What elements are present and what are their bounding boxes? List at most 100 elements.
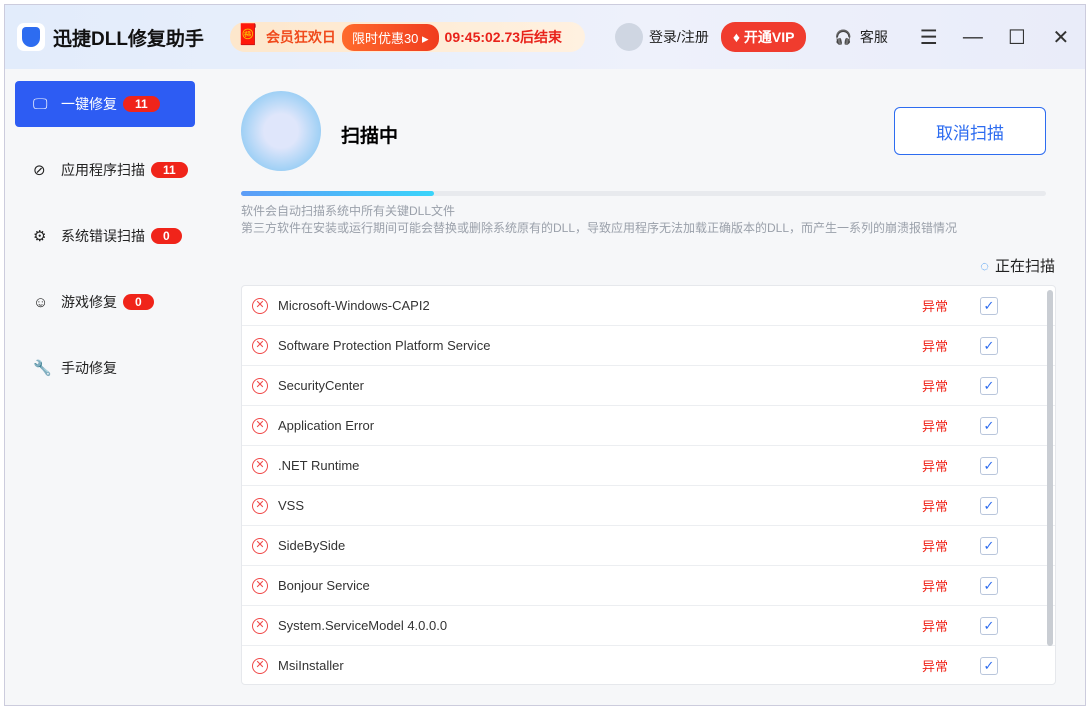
- scan-description: 软件会自动扫描系统中所有关键DLL文件第三方软件在安装或运行期间可能会替换或删除…: [241, 203, 957, 237]
- item-checkbox[interactable]: ✓: [980, 457, 998, 475]
- gear-icon: ⚙: [33, 227, 53, 245]
- service-button[interactable]: 🎧 客服: [834, 27, 887, 47]
- scan-progress-bar: [241, 191, 1046, 196]
- sidebar-item-label: 一键修复: [61, 94, 117, 114]
- error-icon: ✕: [252, 498, 268, 514]
- list-item: ✕ Microsoft-Windows-CAPI2 异常 ✓: [242, 286, 1055, 326]
- item-name: .NET Runtime: [278, 458, 359, 473]
- gamepad-icon: ☺: [33, 294, 53, 311]
- error-icon: ✕: [252, 338, 268, 354]
- menu-icon[interactable]: ☰: [918, 25, 940, 50]
- minimize-icon[interactable]: —: [962, 26, 984, 49]
- item-name: SideBySide: [278, 538, 345, 553]
- item-status: 异常: [922, 376, 948, 395]
- item-name: Microsoft-Windows-CAPI2: [278, 298, 430, 313]
- login-button[interactable]: 登录/注册: [615, 23, 709, 51]
- sidebar: 🖵 一键修复 11 ⊘ 应用程序扫描 11 ⚙ 系统错误扫描 0 ☺ 游戏修复 0 🔧 手动修复: [5, 69, 211, 705]
- item-name: Software Protection Platform Service: [278, 338, 490, 353]
- item-status: 异常: [922, 656, 948, 675]
- item-name: Application Error: [278, 418, 374, 433]
- scan-result-list: ✕ Microsoft-Windows-CAPI2 异常 ✓ ✕ Software Pro…: [241, 285, 1056, 685]
- sidebar-item-manual-repair[interactable]: 🔧 手动修复: [15, 345, 195, 391]
- item-status: 异常: [922, 536, 948, 555]
- item-checkbox[interactable]: ✓: [980, 537, 998, 555]
- desc-line: 第三方软件在安装或运行期间可能会替换或删除系统原有的DLL，导致应用程序无法加载…: [241, 220, 957, 237]
- maximize-icon[interactable]: ☐: [1006, 25, 1028, 50]
- item-name: MsiInstaller: [278, 658, 344, 673]
- sidebar-item-label: 系统错误扫描: [61, 226, 145, 246]
- sidebar-item-label: 游戏修复: [61, 292, 117, 312]
- main-panel: 扫描中 取消扫描 软件会自动扫描系统中所有关键DLL文件第三方软件在安装或运行期…: [211, 69, 1085, 705]
- cancel-scan-button[interactable]: 取消扫描: [894, 107, 1046, 155]
- sidebar-item-label: 应用程序扫描: [61, 160, 145, 180]
- app-logo-icon: [17, 23, 45, 51]
- promo-limited-button[interactable]: 限时优惠30 ▸: [342, 24, 439, 51]
- scrollbar[interactable]: [1047, 290, 1053, 646]
- service-label: 客服: [860, 27, 888, 47]
- desc-line: 软件会自动扫描系统中所有关键DLL文件: [241, 203, 957, 220]
- radar-scan-icon: [241, 91, 321, 171]
- error-icon: ✕: [252, 458, 268, 474]
- list-item: ✕ SideBySide 异常 ✓: [242, 526, 1055, 566]
- scanning-indicator: ◌ 正在扫描: [980, 255, 1055, 276]
- item-name: System.ServiceModel 4.0.0.0: [278, 618, 447, 633]
- count-badge: 11: [123, 96, 160, 112]
- item-checkbox[interactable]: ✓: [980, 337, 998, 355]
- gift-icon: 🧧: [230, 22, 266, 52]
- item-name: Bonjour Service: [278, 578, 370, 593]
- item-status: 异常: [922, 496, 948, 515]
- error-icon: ✕: [252, 538, 268, 554]
- item-checkbox[interactable]: ✓: [980, 617, 998, 635]
- list-item: ✕ System.ServiceModel 4.0.0.0 异常 ✓: [242, 606, 1055, 646]
- vip-label: 开通VIP: [744, 29, 795, 45]
- item-checkbox[interactable]: ✓: [980, 657, 998, 675]
- error-icon: ✕: [252, 658, 268, 674]
- item-status: 异常: [922, 296, 948, 315]
- item-status: 异常: [922, 576, 948, 595]
- title-bar: 迅捷DLL修复助手 🧧 会员狂欢日 限时优惠30 ▸ 09:45:02.73后结…: [5, 5, 1085, 69]
- item-name: VSS: [278, 498, 304, 513]
- item-checkbox[interactable]: ✓: [980, 497, 998, 515]
- error-icon: ✕: [252, 298, 268, 314]
- list-item: ✕ Bonjour Service 异常 ✓: [242, 566, 1055, 606]
- promo-label: 会员狂欢日: [266, 27, 336, 47]
- list-item: ✕.NET Runtime异常✓: [242, 446, 1055, 486]
- item-checkbox[interactable]: ✓: [980, 377, 998, 395]
- error-icon: ✕: [252, 578, 268, 594]
- item-checkbox[interactable]: ✓: [980, 577, 998, 595]
- count-badge: 0: [123, 294, 154, 310]
- item-name: SecurityCenter: [278, 378, 364, 393]
- error-icon: ✕: [252, 418, 268, 434]
- list-item: ✕ VSS 异常 ✓: [242, 486, 1055, 526]
- list-item: ✕Application Error异常✓: [242, 406, 1055, 446]
- sidebar-item-game-repair[interactable]: ☺ 游戏修复 0: [15, 279, 195, 325]
- wrench-icon: 🔧: [33, 359, 53, 377]
- headset-icon: 🎧: [834, 29, 851, 46]
- sidebar-item-system-error-scan[interactable]: ⚙ 系统错误扫描 0: [15, 213, 195, 259]
- close-icon[interactable]: ✕: [1050, 25, 1072, 50]
- app-window: 迅捷DLL修复助手 🧧 会员狂欢日 限时优惠30 ▸ 09:45:02.73后结…: [4, 4, 1086, 706]
- scanning-label: 正在扫描: [995, 258, 1055, 275]
- item-checkbox[interactable]: ✓: [980, 297, 998, 315]
- item-checkbox[interactable]: ✓: [980, 417, 998, 435]
- count-badge: 0: [151, 228, 182, 244]
- link-icon: ⊘: [33, 161, 53, 179]
- spinner-icon: ◌: [980, 258, 989, 275]
- list-item: ✕ SecurityCenter 异常 ✓: [242, 366, 1055, 406]
- scan-status: 扫描中: [341, 121, 398, 148]
- app-title: 迅捷DLL修复助手: [53, 24, 204, 51]
- error-icon: ✕: [252, 618, 268, 634]
- list-item: ✕ Software Protection Platform Service 异常 ✓: [242, 326, 1055, 366]
- sidebar-item-one-click-repair[interactable]: 🖵 一键修复 11: [15, 81, 195, 127]
- item-status: 异常: [922, 616, 948, 635]
- monitor-icon: 🖵: [33, 96, 53, 113]
- error-icon: ✕: [252, 378, 268, 394]
- sidebar-item-app-scan[interactable]: ⊘ 应用程序扫描 11: [15, 147, 195, 193]
- sidebar-item-label: 手动修复: [61, 358, 117, 378]
- login-label: 登录/注册: [649, 27, 709, 47]
- promo-banner[interactable]: 🧧 会员狂欢日 限时优惠30 ▸ 09:45:02.73后结束: [230, 22, 585, 52]
- scan-progress-fill: [241, 191, 434, 196]
- vip-button[interactable]: ♦ 开通VIP: [721, 22, 807, 52]
- item-status: 异常: [922, 336, 948, 355]
- count-badge: 11: [151, 162, 188, 178]
